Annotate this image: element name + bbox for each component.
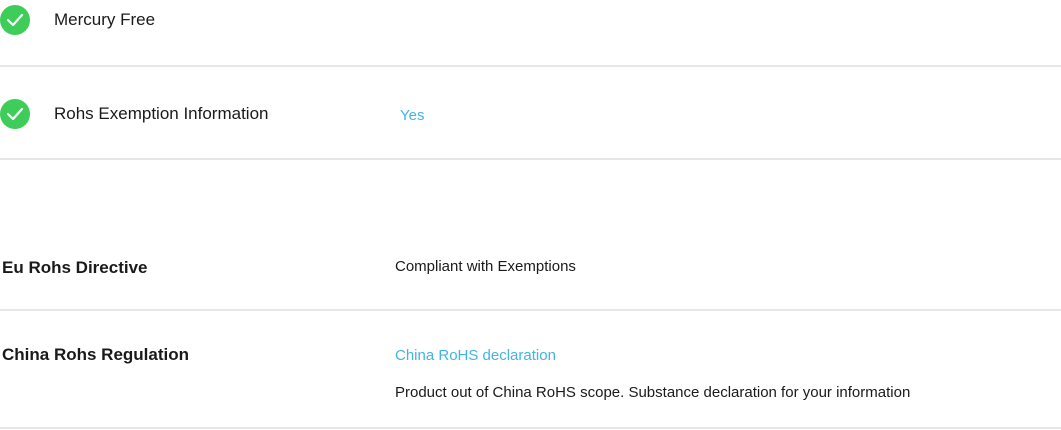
divider <box>0 158 1061 160</box>
check-circle-icon <box>0 99 30 129</box>
spec-label: Eu Rohs Directive <box>2 258 148 277</box>
spec-note: Product out of China RoHS scope. Substan… <box>395 384 911 401</box>
spec-value: Compliant with Exemptions <box>395 258 576 275</box>
spec-label: China Rohs Regulation <box>2 345 189 364</box>
divider <box>0 65 1061 67</box>
check-circle-icon <box>0 5 30 35</box>
feature-label: Rohs Exemption Information <box>54 104 269 123</box>
divider <box>0 309 1061 311</box>
china-rohs-declaration-link[interactable]: China RoHS declaration <box>395 347 556 365</box>
rohs-exemption-yes-link[interactable]: Yes <box>400 107 424 125</box>
divider <box>0 427 1061 429</box>
feature-label: Mercury Free <box>54 10 156 29</box>
